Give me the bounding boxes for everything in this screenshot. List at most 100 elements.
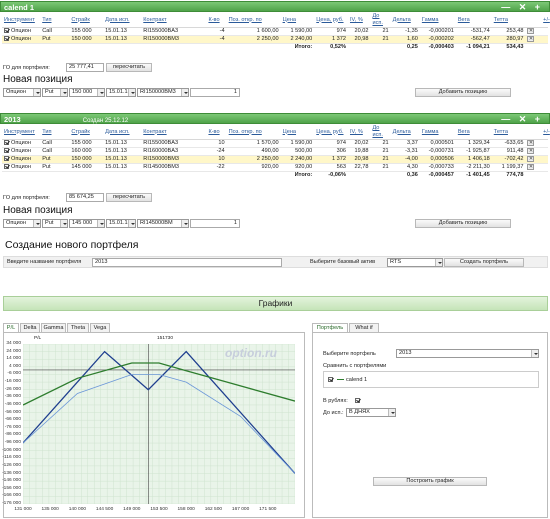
- column-header[interactable]: К-во: [206, 125, 227, 140]
- table-row[interactable]: Опцион Put 150 000 15.01.13 RI150000BM3 10 2 2…: [2, 155, 548, 164]
- column-header[interactable]: До исп.: [370, 125, 391, 140]
- instrument-select[interactable]: Опцион: [3, 219, 41, 228]
- tab-delta[interactable]: Delta: [20, 323, 40, 332]
- column-header[interactable]: IV, %: [347, 13, 371, 28]
- recalc-button[interactable]: пересчитать: [106, 63, 152, 72]
- delete-icon[interactable]: ✕: [527, 28, 535, 34]
- column-header[interactable]: До исп.: [370, 13, 391, 28]
- date-select[interactable]: 15.01.13: [106, 88, 136, 97]
- column-header[interactable]: Дельта: [390, 13, 420, 28]
- column-header[interactable]: Цена, руб.: [314, 13, 348, 28]
- row-checkbox[interactable]: [4, 164, 9, 170]
- row-checkbox[interactable]: [4, 148, 9, 154]
- strike-select[interactable]: 150 000: [69, 88, 105, 97]
- column-header[interactable]: Дельта: [390, 125, 420, 140]
- portfolio-controls[interactable]: — ✕ +: [501, 114, 543, 124]
- checkbox[interactable]: [328, 377, 333, 383]
- column-header[interactable]: Тип: [40, 13, 70, 28]
- delete-icon[interactable]: ✕: [527, 36, 535, 42]
- portfolio-name-input[interactable]: 2013: [92, 258, 282, 267]
- column-header[interactable]: Инструмент: [2, 125, 41, 140]
- table-cell: RI150000BM3: [141, 35, 207, 44]
- date-select[interactable]: 15.01.13: [106, 219, 136, 228]
- y-tick-label: -86 000: [4, 432, 21, 438]
- days-select[interactable]: В ДНЯХ: [346, 408, 396, 417]
- row-checkbox[interactable]: [4, 28, 9, 34]
- column-header[interactable]: Тетта: [491, 125, 526, 140]
- column-header[interactable]: Контракт: [141, 125, 207, 140]
- table-cell: -1,35: [390, 27, 420, 36]
- compare-item[interactable]: calend 1: [328, 377, 367, 383]
- go-value: 25 777,41: [66, 63, 104, 72]
- x-tick-label: 158 000: [177, 507, 195, 512]
- tab-what-if[interactable]: What if: [349, 323, 379, 332]
- recalc-button[interactable]: пересчитать: [106, 193, 152, 202]
- strike-select[interactable]: 145 000: [69, 219, 105, 228]
- delete-icon[interactable]: ✕: [527, 148, 535, 154]
- positions-table: Инструмент Тип Страйк Дата исп. Контракт К-во…: [2, 125, 550, 179]
- delete-icon[interactable]: ✕: [527, 156, 535, 162]
- table-cell: 21: [370, 139, 391, 148]
- y-tick-label: -56 000: [4, 409, 21, 415]
- tab-theta[interactable]: Theta: [67, 323, 89, 332]
- column-header[interactable]: Гамма: [419, 13, 456, 28]
- qty-input[interactable]: 1: [190, 219, 240, 228]
- column-header[interactable]: Страйк: [69, 13, 104, 28]
- column-header[interactable]: Дата исп.: [103, 125, 142, 140]
- row-checkbox[interactable]: [4, 36, 9, 42]
- add-position-button[interactable]: Добавить позицию: [415, 219, 511, 228]
- table-cell: 20,02: [347, 139, 371, 148]
- delete-icon[interactable]: ✕: [527, 164, 535, 170]
- table-row[interactable]: Опцион Put 145 000 15.01.13 RI145000BM3 -22 92…: [2, 163, 548, 172]
- column-header[interactable]: Цена: [280, 13, 315, 28]
- rubles-checkbox[interactable]: [355, 398, 360, 404]
- delete-icon[interactable]: ✕: [527, 140, 535, 146]
- add-position-button[interactable]: Добавить позицию: [415, 88, 511, 97]
- table-cell: -24: [206, 147, 227, 156]
- table-cell: 150 000: [69, 35, 104, 44]
- contract-select[interactable]: RI150000BM3: [137, 88, 189, 97]
- table-row[interactable]: Опцион Call 155 000 15.01.13 RI155000BA3 10 1 …: [2, 139, 548, 148]
- tab-portfolio[interactable]: Портфель: [312, 323, 348, 332]
- instrument-select[interactable]: Опцион: [3, 88, 41, 97]
- column-header[interactable]: IV, %: [347, 125, 371, 140]
- column-header[interactable]: Вега: [455, 13, 492, 28]
- column-header[interactable]: Тип: [40, 125, 70, 140]
- tab-pl[interactable]: P/L: [3, 323, 19, 332]
- table-row[interactable]: Опцион Put 150 000 15.01.13 RI150000BM3 -4 2 2…: [2, 35, 548, 44]
- tab-gamma[interactable]: Gamma: [41, 323, 66, 332]
- column-header[interactable]: Инструмент: [2, 13, 41, 28]
- create-portfolio-button[interactable]: Создать портфель: [444, 258, 524, 267]
- portfolio-controls[interactable]: — ✕ +: [501, 2, 543, 12]
- table-row[interactable]: Опцион Call 155 000 15.01.13 RI155000BA3 -4 1 …: [2, 27, 548, 36]
- row-checkbox[interactable]: [4, 156, 9, 162]
- column-header[interactable]: Тетта: [491, 13, 526, 28]
- column-header[interactable]: Дата исп.: [103, 13, 142, 28]
- table-cell: RI145000BM3: [141, 163, 207, 172]
- table-cell: 1 406,18: [455, 155, 492, 164]
- table-cell: -22: [206, 163, 227, 172]
- column-header[interactable]: Цена: [280, 125, 315, 140]
- column-header[interactable]: Вега: [455, 125, 492, 140]
- x-tick-label: 149 000: [123, 507, 141, 512]
- tab-vega[interactable]: Vega: [90, 323, 110, 332]
- column-header[interactable]: Поз. откр. по: [226, 13, 281, 28]
- column-header[interactable]: Поз. откр. по: [226, 125, 281, 140]
- column-header[interactable]: Страйк: [69, 125, 104, 140]
- type-select[interactable]: Put: [42, 219, 68, 228]
- table-cell: 920,00: [280, 163, 315, 172]
- positions-table: Инструмент Тип Страйк Дата исп. Контракт К-во…: [2, 13, 550, 51]
- column-header[interactable]: Цена, руб.: [314, 125, 348, 140]
- asset-select[interactable]: RTS: [387, 258, 443, 267]
- portfolio-title: calend 1: [4, 3, 35, 12]
- column-header[interactable]: Контракт: [141, 13, 207, 28]
- build-chart-button[interactable]: Построить график: [373, 477, 487, 486]
- row-checkbox[interactable]: [4, 140, 9, 146]
- portfolio-select[interactable]: 2013: [396, 349, 539, 358]
- column-header[interactable]: К-во: [206, 13, 227, 28]
- contract-select[interactable]: RI145000BM: [137, 219, 189, 228]
- table-row[interactable]: Опцион Call 160 000 15.01.13 RI160000BA3 -24 4…: [2, 147, 548, 156]
- column-header[interactable]: Гамма: [419, 125, 456, 140]
- type-select[interactable]: Put: [42, 88, 68, 97]
- qty-input[interactable]: 1: [190, 88, 240, 97]
